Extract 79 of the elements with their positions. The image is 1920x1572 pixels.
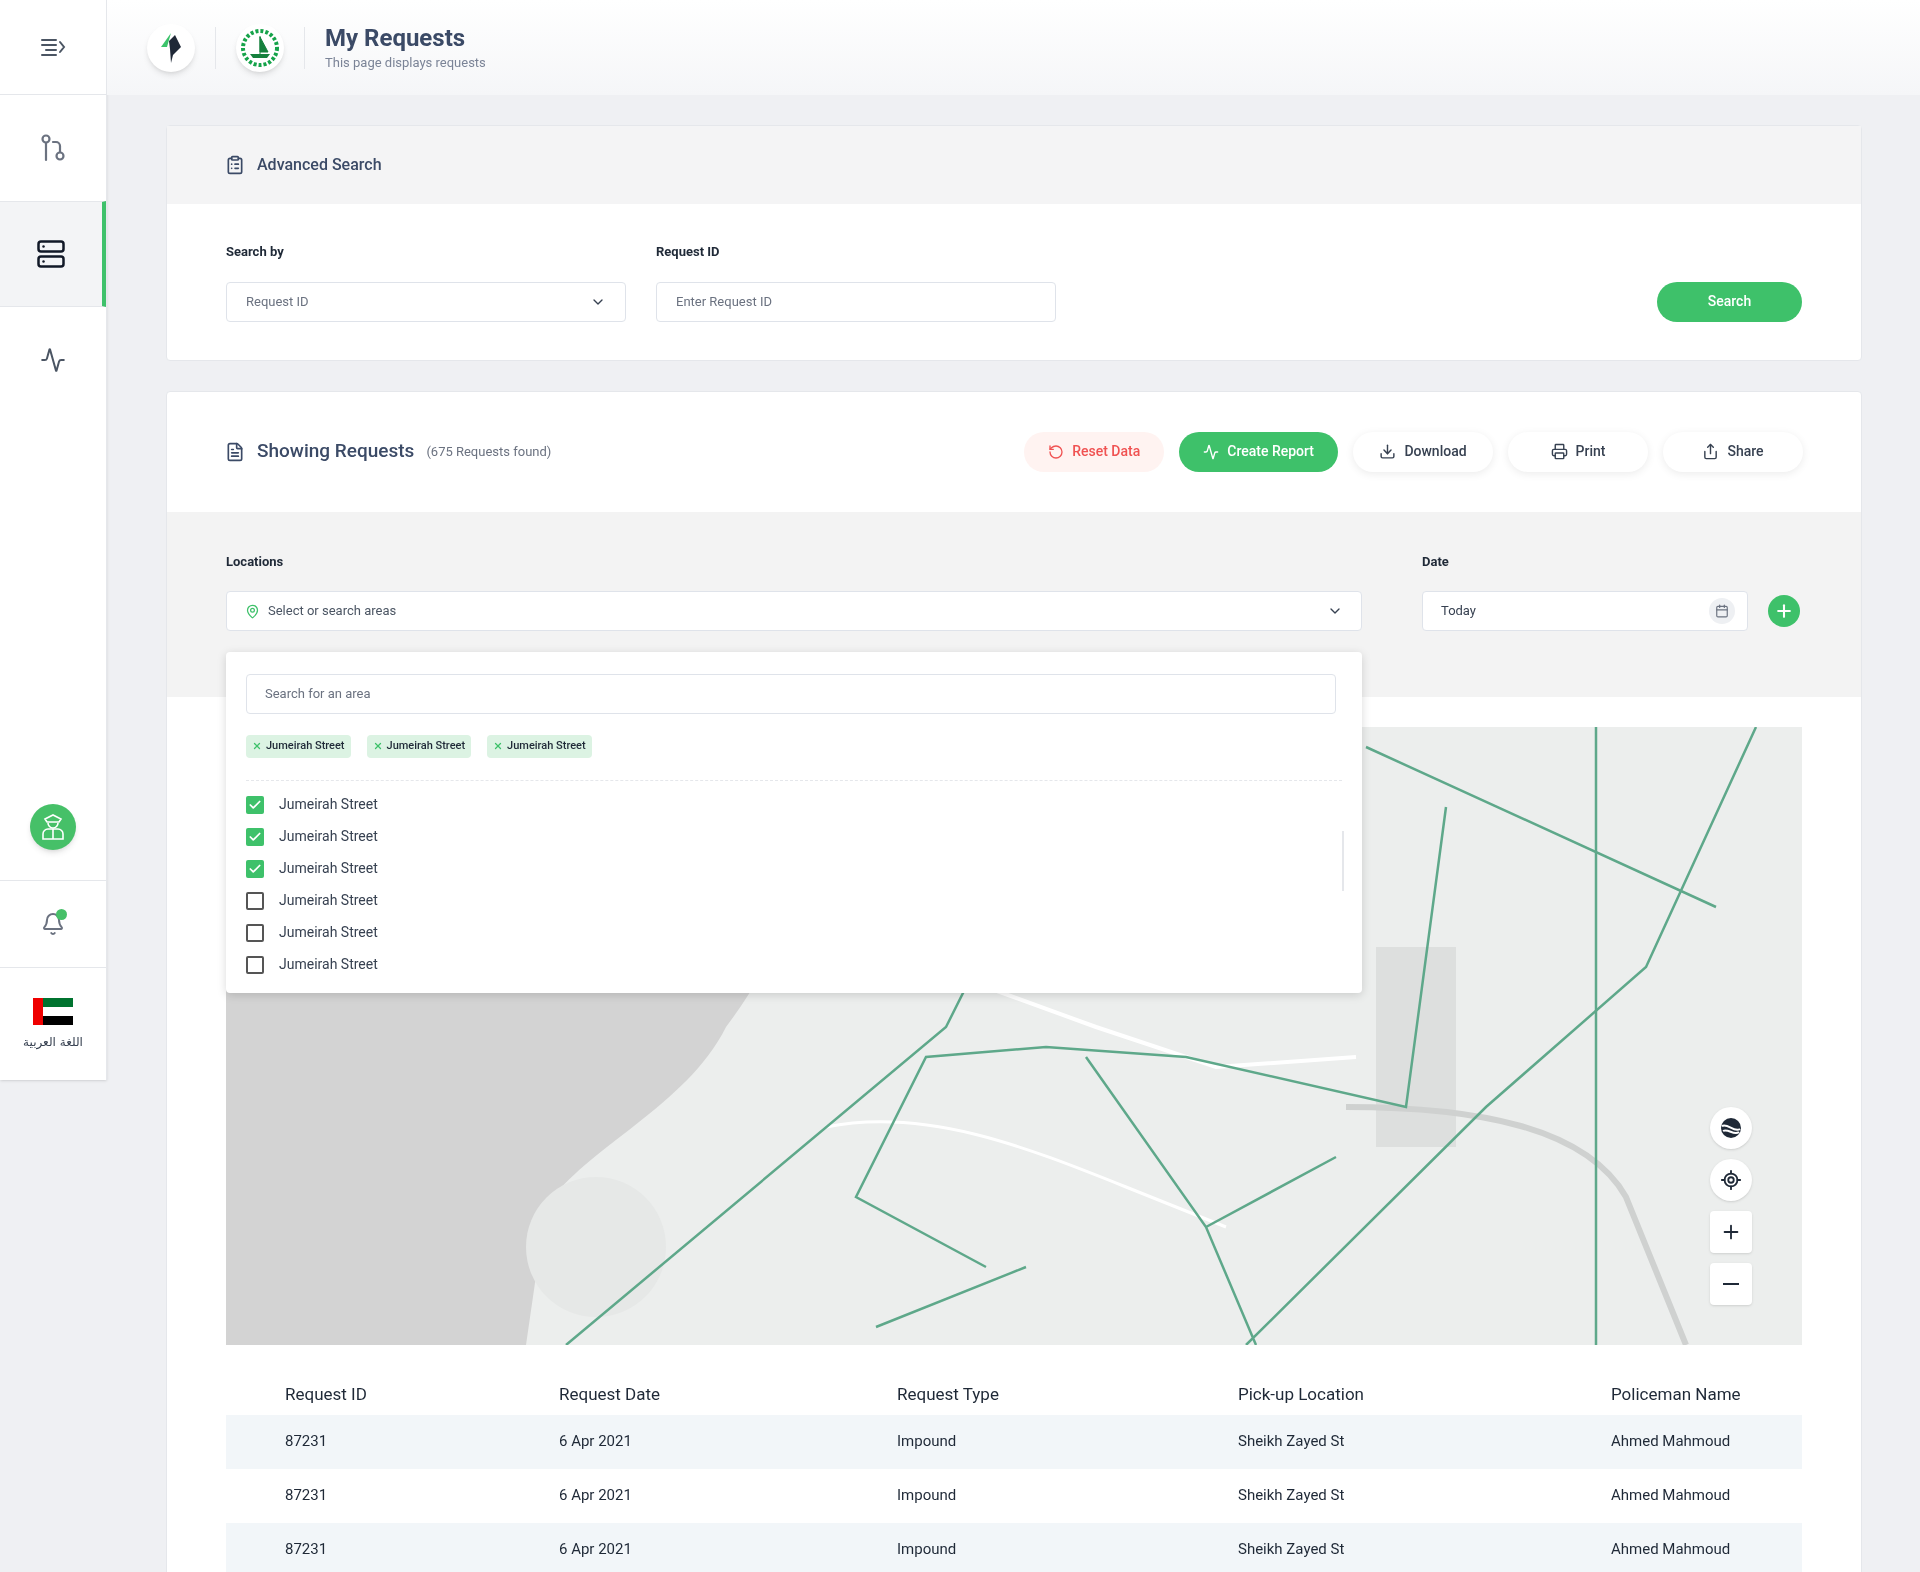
checkbox[interactable] bbox=[246, 923, 264, 942]
menu-icon[interactable] bbox=[40, 38, 66, 56]
table-row[interactable]: 87231 6 Apr 2021 Impound Sheikh Zayed St Ahmed Mahmoud bbox=[226, 1414, 1802, 1469]
table-cell-text: 6 Apr 2021 bbox=[559, 1485, 633, 1507]
officer-icon bbox=[40, 813, 66, 841]
section-title: Showing Requests bbox=[257, 438, 415, 465]
column-header: Pick-up Location bbox=[1238, 1382, 1365, 1406]
globe-icon bbox=[1720, 1116, 1742, 1139]
table-cell-text: 87231 bbox=[285, 1431, 329, 1453]
area-option[interactable]: Jumeirah Street bbox=[279, 922, 378, 943]
table-cell-text: Sheikh Zayed St bbox=[1238, 1431, 1346, 1453]
field-label: Date bbox=[1422, 552, 1450, 571]
checkbox[interactable] bbox=[246, 827, 264, 846]
emblem-logo bbox=[236, 23, 284, 72]
table-cell-text: Ahmed Mahmoud bbox=[1611, 1539, 1732, 1561]
table-cell-text: Impound bbox=[897, 1485, 958, 1507]
request-id-field[interactable]: Enter Request ID bbox=[656, 281, 1056, 322]
field-label: Search by bbox=[226, 243, 285, 261]
area-tag[interactable]: Jumeirah Street bbox=[366, 734, 472, 758]
results-count: (675 Requests found) bbox=[426, 442, 552, 461]
sidebar-item[interactable] bbox=[0, 201, 106, 307]
bell-icon bbox=[41, 912, 65, 936]
server-icon[interactable] bbox=[36, 239, 66, 269]
table-cell-text: 6 Apr 2021 bbox=[559, 1431, 633, 1453]
location-pin-icon bbox=[245, 603, 260, 619]
plus-icon bbox=[1774, 601, 1794, 621]
area-tag[interactable]: Jumeirah Street bbox=[487, 734, 592, 758]
section-title: Advanced Search bbox=[257, 154, 382, 176]
pulse-icon[interactable] bbox=[40, 347, 66, 373]
checkbox[interactable] bbox=[246, 859, 264, 878]
document-icon bbox=[225, 441, 245, 462]
table-cell-text: 6 Apr 2021 bbox=[559, 1539, 633, 1561]
area-tag[interactable]: Jumeirah Street bbox=[246, 734, 351, 758]
flag-icon[interactable] bbox=[33, 997, 73, 1025]
column-header: Policeman Name bbox=[1611, 1382, 1742, 1406]
column-header: Request Type bbox=[897, 1382, 1000, 1406]
locate-icon bbox=[1720, 1168, 1742, 1191]
checkbox[interactable] bbox=[246, 891, 264, 910]
action-button[interactable]: Download bbox=[1353, 431, 1493, 472]
search-list-icon bbox=[225, 155, 245, 175]
share-icon bbox=[1702, 443, 1720, 460]
logo bbox=[147, 23, 195, 72]
area-search-field[interactable]: Search for an area bbox=[246, 673, 1336, 714]
calendar-glyph-icon bbox=[1715, 604, 1729, 618]
search-by-dropdown[interactable]: Request ID bbox=[226, 281, 626, 322]
area-option[interactable]: Jumeirah Street bbox=[279, 826, 378, 847]
reset-icon bbox=[1048, 443, 1065, 460]
action-button[interactable]: Share bbox=[1663, 431, 1803, 472]
language-link[interactable]: اللغة العربية bbox=[23, 1032, 83, 1051]
page-title: My Requests bbox=[325, 22, 467, 53]
field-label: Locations bbox=[226, 552, 285, 571]
date-field[interactable]: Today bbox=[1422, 591, 1748, 631]
pulse-icon bbox=[1203, 443, 1220, 460]
table-cell-text: Ahmed Mahmoud bbox=[1611, 1431, 1732, 1453]
table-cell-text: Impound bbox=[897, 1539, 958, 1561]
area-option[interactable]: Jumeirah Street bbox=[279, 794, 378, 815]
field-label: Request ID bbox=[656, 243, 721, 261]
checkbox[interactable] bbox=[246, 955, 264, 974]
locations-dropdown[interactable]: Select or search areas bbox=[226, 591, 1362, 631]
branch-icon[interactable] bbox=[40, 134, 66, 162]
area-option[interactable]: Jumeirah Street bbox=[279, 954, 378, 975]
checkbox[interactable] bbox=[246, 795, 264, 814]
column-header: Request ID bbox=[285, 1382, 368, 1406]
printer-icon bbox=[1550, 443, 1568, 460]
table-cell-text: Ahmed Mahmoud bbox=[1611, 1485, 1732, 1507]
area-option[interactable]: Jumeirah Street bbox=[279, 890, 378, 911]
zoom-in-button[interactable] bbox=[1710, 1210, 1752, 1253]
action-button[interactable]: Print bbox=[1508, 431, 1648, 472]
minus-icon bbox=[1723, 1282, 1739, 1285]
download-icon bbox=[1379, 443, 1397, 460]
table-cell-text: Sheikh Zayed St bbox=[1238, 1485, 1346, 1507]
area-option[interactable]: Jumeirah Street bbox=[279, 858, 378, 879]
table-cell-text: 87231 bbox=[285, 1539, 329, 1561]
table-row[interactable]: 87231 6 Apr 2021 Impound Sheikh Zayed St Ahmed Mahmoud bbox=[226, 1522, 1802, 1572]
table-cell-text: Impound bbox=[897, 1431, 958, 1453]
column-header: Request Date bbox=[559, 1382, 662, 1406]
page-subtitle: This page displays requests bbox=[325, 53, 486, 72]
table-cell-text: Sheikh Zayed St bbox=[1238, 1539, 1346, 1561]
table-cell-text: 87231 bbox=[285, 1485, 329, 1507]
